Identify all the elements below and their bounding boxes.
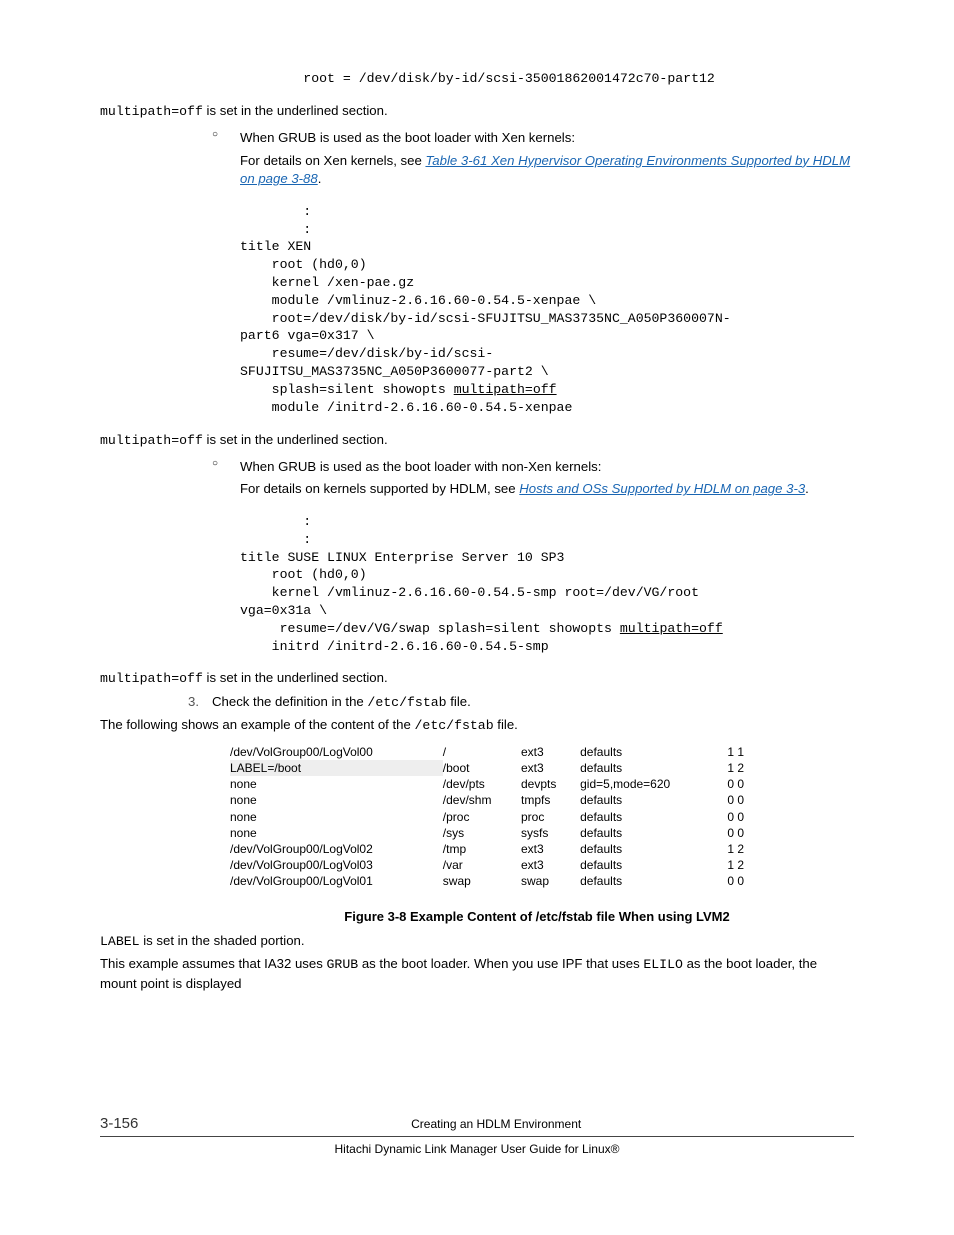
step-3-head-pre: Check the definition in the — [212, 694, 367, 709]
table-cell: tmpfs — [521, 792, 580, 808]
table-cell: proc — [521, 809, 580, 825]
table-cell: /dev/pts — [443, 776, 521, 792]
table-cell: sysfs — [521, 825, 580, 841]
table-cell: none — [230, 809, 443, 825]
multipath-note-3: multipath=off is set in the underlined s… — [100, 669, 854, 688]
bullet-grub-xen-body: For details on Xen kernels, see Table 3-… — [240, 152, 854, 189]
bullet3-pre: For details on kernels supported by HDLM… — [240, 481, 519, 496]
bullet2-pre: For details on Xen kernels, see — [240, 153, 425, 168]
bullet-icon: ○ — [212, 125, 240, 145]
bullet-grub-nonxen-body: For details on kernels supported by HDLM… — [240, 480, 854, 498]
table-row: /dev/VolGroup00/LogVol01swapswapdefaults… — [230, 873, 750, 889]
table-cell: swap — [443, 873, 521, 889]
table-row: none/procprocdefaults0 0 — [230, 809, 750, 825]
figure-3-8-caption: Figure 3-8 Example Content of /etc/fstab… — [220, 908, 854, 926]
table-cell: 1 2 — [718, 857, 750, 873]
multipath-note-2-text: is set in the underlined section. — [203, 432, 388, 447]
table-cell: LABEL=/boot — [230, 760, 443, 776]
table-cell: /tmp — [443, 841, 521, 857]
bullet-grub-xen-head: When GRUB is used as the boot loader wit… — [240, 129, 854, 147]
table-cell: 0 0 — [718, 792, 750, 808]
table-cell: none — [230, 792, 443, 808]
link-hosts-oss[interactable]: Hosts and OSs Supported by HDLM on page … — [519, 481, 805, 496]
multipath-literal-2: multipath=off — [100, 433, 203, 448]
table-cell: / — [443, 744, 521, 760]
table-cell: swap — [521, 873, 580, 889]
table-cell: 0 0 — [718, 825, 750, 841]
table-cell: 0 0 — [718, 776, 750, 792]
table-row: /dev/VolGroup00/LogVol02/tmpext3defaults… — [230, 841, 750, 857]
table-row: /dev/VolGroup00/LogVol03/varext3defaults… — [230, 857, 750, 873]
table-row: none/dev/ptsdevptsgid=5,mode=6200 0 — [230, 776, 750, 792]
multipath-note-2: multipath=off is set in the underlined s… — [100, 431, 854, 450]
step-3-body: The following shows an example of the co… — [100, 716, 854, 735]
label-note: LABEL is set in the shaded portion. — [100, 932, 854, 951]
step-3-head-path: /etc/fstab — [367, 695, 446, 710]
step-3-number: 3. — [188, 693, 212, 711]
table-cell: /sys — [443, 825, 521, 841]
table-cell: defaults — [580, 873, 717, 889]
table-cell: defaults — [580, 744, 717, 760]
table-row: none/dev/shmtmpfsdefaults0 0 — [230, 792, 750, 808]
bullet-grub-xen: ○ When GRUB is used as the boot loader w… — [212, 125, 854, 192]
table-cell: /dev/VolGroup00/LogVol00 — [230, 744, 443, 760]
footer-book-title: Hitachi Dynamic Link Manager User Guide … — [100, 1141, 854, 1158]
multipath-literal-1: multipath=off — [100, 104, 203, 119]
table-cell: gid=5,mode=620 — [580, 776, 717, 792]
multipath-literal-3: multipath=off — [100, 671, 203, 686]
table-cell: none — [230, 776, 443, 792]
table-cell: ext3 — [521, 841, 580, 857]
page-number: 3-156 — [100, 1113, 138, 1134]
page-footer: 3-156 Creating an HDLM Environment Hitac… — [0, 1113, 954, 1158]
table-cell: defaults — [580, 809, 717, 825]
table-cell: defaults — [580, 760, 717, 776]
bullet-grub-nonxen-head: When GRUB is used as the boot loader wit… — [240, 458, 854, 476]
table-cell: 1 1 — [718, 744, 750, 760]
table-cell: defaults — [580, 825, 717, 841]
table-cell: 1 2 — [718, 760, 750, 776]
table-cell: 0 0 — [718, 873, 750, 889]
table-cell: devpts — [521, 776, 580, 792]
document-page: root = /dev/disk/by-id/scsi-350018620014… — [0, 0, 954, 1180]
code-block-xen: : : title XEN root (hd0,0) kernel /xen-p… — [240, 203, 854, 417]
code-root-line: root = /dev/disk/by-id/scsi-350018620014… — [240, 70, 854, 88]
step-3-head-post: file. — [447, 694, 471, 709]
multipath-note-1-text: is set in the underlined section. — [203, 103, 388, 118]
table-cell: defaults — [580, 857, 717, 873]
multipath-note-3-text: is set in the underlined section. — [203, 670, 388, 685]
table-row: LABEL=/boot/bootext3defaults1 2 — [230, 760, 750, 776]
bullet-icon: ○ — [212, 454, 240, 474]
footer-chapter-title: Creating an HDLM Environment — [138, 1116, 854, 1133]
table-cell: ext3 — [521, 744, 580, 760]
fstab-table: /dev/VolGroup00/LogVol00/ext3defaults1 1… — [230, 744, 750, 890]
table-cell: ext3 — [521, 857, 580, 873]
table-cell: 1 2 — [718, 841, 750, 857]
table-row: /dev/VolGroup00/LogVol00/ext3defaults1 1 — [230, 744, 750, 760]
table-cell: /dev/shm — [443, 792, 521, 808]
table-cell: ext3 — [521, 760, 580, 776]
bullet-grub-nonxen: ○ When GRUB is used as the boot loader w… — [212, 454, 854, 503]
table-cell: /dev/VolGroup00/LogVol02 — [230, 841, 443, 857]
table-cell: none — [230, 825, 443, 841]
table-cell: /boot — [443, 760, 521, 776]
table-cell: 0 0 — [718, 809, 750, 825]
table-row: none/syssysfsdefaults0 0 — [230, 825, 750, 841]
table-cell: /var — [443, 857, 521, 873]
multipath-note-1: multipath=off is set in the underlined s… — [100, 102, 854, 121]
table-cell: defaults — [580, 841, 717, 857]
example-paragraph: This example assumes that IA32 uses GRUB… — [100, 955, 854, 993]
code-block-nonxen: : : title SUSE LINUX Enterprise Server 1… — [240, 513, 854, 656]
table-cell: /proc — [443, 809, 521, 825]
table-cell: /dev/VolGroup00/LogVol01 — [230, 873, 443, 889]
step-3: 3. Check the definition in the /etc/fsta… — [188, 693, 854, 712]
table-cell: defaults — [580, 792, 717, 808]
table-cell: /dev/VolGroup00/LogVol03 — [230, 857, 443, 873]
